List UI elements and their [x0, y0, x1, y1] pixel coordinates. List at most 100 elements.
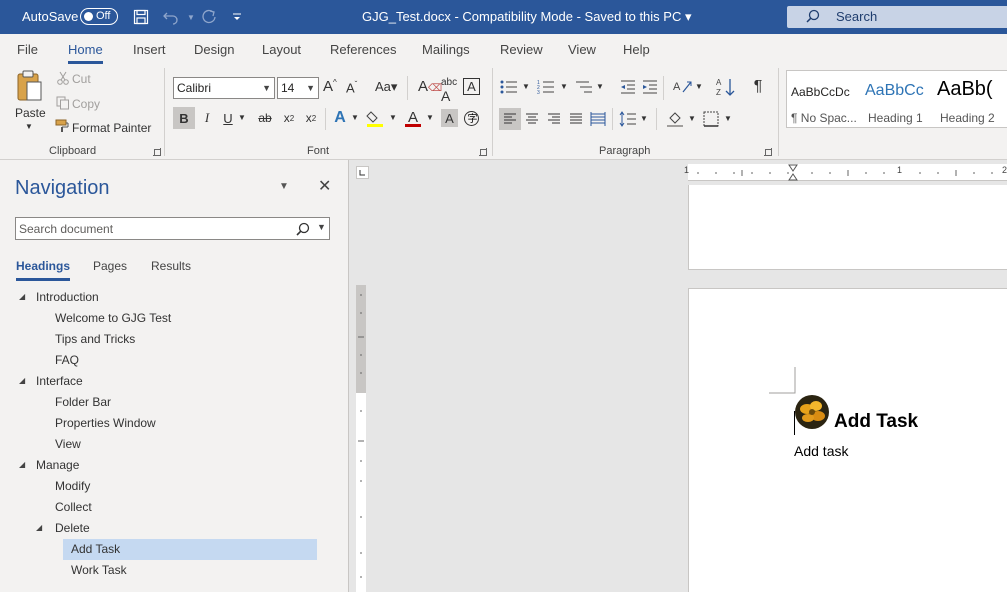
chevron-down-icon[interactable]: ▼: [317, 222, 326, 232]
customize-qat-icon[interactable]: [226, 7, 248, 27]
tab-view[interactable]: View: [568, 42, 596, 57]
format-painter-button[interactable]: Format Painter: [72, 121, 151, 135]
style-no-spacing[interactable]: AaBbCcDc ¶ No Spac...: [787, 71, 859, 127]
line-spacing-dropdown-icon[interactable]: ▼: [640, 114, 648, 123]
style-heading-1[interactable]: AaBbCc Heading 1: [859, 71, 931, 127]
page-previous[interactable]: [688, 185, 1007, 270]
align-right-button[interactable]: [544, 108, 564, 130]
underline-button[interactable]: U: [219, 107, 237, 129]
tab-results[interactable]: Results: [151, 259, 191, 273]
align-center-button[interactable]: [522, 108, 542, 130]
collapse-triangle-icon[interactable]: ◢: [19, 460, 25, 469]
document-body-text[interactable]: Add task: [794, 443, 848, 459]
character-shading-icon[interactable]: A: [441, 109, 458, 127]
tab-design[interactable]: Design: [194, 42, 234, 57]
font-color-dropdown-icon[interactable]: ▼: [426, 113, 434, 122]
paragraph-launcher-icon[interactable]: [764, 148, 772, 156]
nav-heading-item[interactable]: FAQ: [55, 350, 79, 371]
sort-icon[interactable]: AZ: [716, 77, 736, 97]
shading-icon[interactable]: [666, 110, 684, 128]
pane-options-icon[interactable]: ▼: [279, 181, 289, 192]
tab-headings[interactable]: Headings: [16, 259, 71, 281]
show-formatting-marks-icon[interactable]: ¶: [748, 77, 768, 97]
copy-button[interactable]: Copy: [72, 97, 100, 111]
redo-icon[interactable]: [198, 7, 220, 27]
nav-heading-item[interactable]: Delete: [55, 518, 90, 539]
multilevel-dropdown-icon[interactable]: ▼: [596, 82, 604, 91]
underline-dropdown-icon[interactable]: ▼: [238, 113, 246, 122]
nav-heading-item[interactable]: Interface: [36, 371, 83, 392]
nav-heading-item[interactable]: Properties Window: [55, 413, 156, 434]
tab-mailings[interactable]: Mailings: [422, 42, 470, 57]
nav-heading-item[interactable]: Collect: [55, 497, 92, 518]
phonetic-guide-icon[interactable]: abc A: [441, 77, 457, 104]
tab-home[interactable]: Home: [68, 42, 103, 64]
increase-indent-icon[interactable]: [642, 79, 658, 95]
vertical-ruler[interactable]: [356, 285, 366, 592]
tab-references[interactable]: References: [330, 42, 396, 57]
style-heading-2[interactable]: AaBb( Heading 2: [931, 71, 1007, 127]
font-color-icon[interactable]: A: [403, 107, 423, 129]
document-title[interactable]: GJG_Test.docx - Compatibility Mode - Sav…: [362, 9, 691, 25]
tab-help[interactable]: Help: [623, 42, 650, 57]
document-heading[interactable]: Add Task: [834, 411, 918, 433]
clipboard-launcher-icon[interactable]: [153, 148, 161, 156]
nav-heading-item[interactable]: Add Task: [71, 539, 120, 560]
autosave-toggle[interactable]: Off: [80, 8, 118, 25]
flower-image[interactable]: [794, 394, 830, 430]
collapse-triangle-icon[interactable]: ◢: [19, 292, 25, 301]
borders-icon[interactable]: [703, 111, 719, 127]
numbering-dropdown-icon[interactable]: ▼: [560, 82, 568, 91]
shading-dropdown-icon[interactable]: ▼: [688, 114, 696, 123]
save-icon[interactable]: [130, 7, 152, 27]
nav-heading-item[interactable]: Folder Bar: [55, 392, 111, 413]
tab-file[interactable]: File: [17, 42, 38, 57]
text-effects-dropdown-icon[interactable]: ▼: [351, 113, 359, 122]
font-name-select[interactable]: Calibri ▼: [173, 77, 275, 99]
text-effects-icon[interactable]: A: [330, 107, 350, 129]
highlight-dropdown-icon[interactable]: ▼: [389, 113, 397, 122]
justify-button[interactable]: [566, 108, 586, 130]
change-case-icon[interactable]: Aa▾: [375, 79, 397, 95]
borders-dropdown-icon[interactable]: ▼: [724, 114, 732, 123]
superscript-button[interactable]: x2: [301, 107, 321, 129]
grow-font-icon[interactable]: A^: [323, 78, 337, 95]
align-left-button[interactable]: [499, 108, 521, 130]
nav-heading-item[interactable]: Tips and Tricks: [55, 329, 135, 350]
tab-layout[interactable]: Layout: [262, 42, 301, 57]
paste-button[interactable]: Paste ▼: [10, 68, 50, 138]
multilevel-list-icon[interactable]: [575, 79, 593, 95]
nav-heading-item[interactable]: View: [55, 434, 81, 455]
tab-pages[interactable]: Pages: [93, 259, 127, 273]
tab-insert[interactable]: Insert: [133, 42, 166, 57]
page-current[interactable]: Add Task Add task: [688, 288, 1007, 592]
text-direction-icon[interactable]: A: [673, 78, 693, 96]
enclose-characters-icon[interactable]: A: [463, 78, 480, 95]
search-box[interactable]: Search: [787, 6, 1007, 28]
enclose-characters-alt-icon[interactable]: 字: [463, 110, 480, 127]
search-document-input[interactable]: Search document ▼: [15, 217, 330, 240]
cut-button[interactable]: Cut: [72, 72, 91, 86]
search-icon[interactable]: [296, 222, 310, 236]
numbering-icon[interactable]: 123: [537, 79, 555, 95]
decrease-indent-icon[interactable]: [620, 79, 636, 95]
collapse-triangle-icon[interactable]: ◢: [36, 523, 42, 532]
collapse-triangle-icon[interactable]: ◢: [19, 376, 25, 385]
bullets-dropdown-icon[interactable]: ▼: [522, 82, 530, 91]
tab-selector-icon[interactable]: [356, 166, 369, 179]
nav-heading-item[interactable]: Work Task: [71, 560, 127, 581]
distributed-button[interactable]: [588, 108, 608, 130]
close-icon[interactable]: ✕: [318, 176, 331, 196]
horizontal-ruler[interactable]: 1 1 2: [684, 164, 1007, 181]
nav-heading-item[interactable]: Welcome to GJG Test: [55, 308, 171, 329]
clear-formatting-icon[interactable]: A⌫: [418, 78, 442, 95]
nav-heading-item[interactable]: Modify: [55, 476, 90, 497]
undo-icon[interactable]: [160, 7, 182, 27]
tab-review[interactable]: Review: [500, 42, 543, 57]
bullets-icon[interactable]: [500, 79, 518, 95]
strikethrough-button[interactable]: ab: [254, 107, 276, 129]
line-spacing-icon[interactable]: [619, 111, 637, 127]
font-size-select[interactable]: 14 ▼: [277, 77, 319, 99]
italic-button[interactable]: I: [198, 107, 216, 129]
nav-heading-item[interactable]: Manage: [36, 455, 79, 476]
